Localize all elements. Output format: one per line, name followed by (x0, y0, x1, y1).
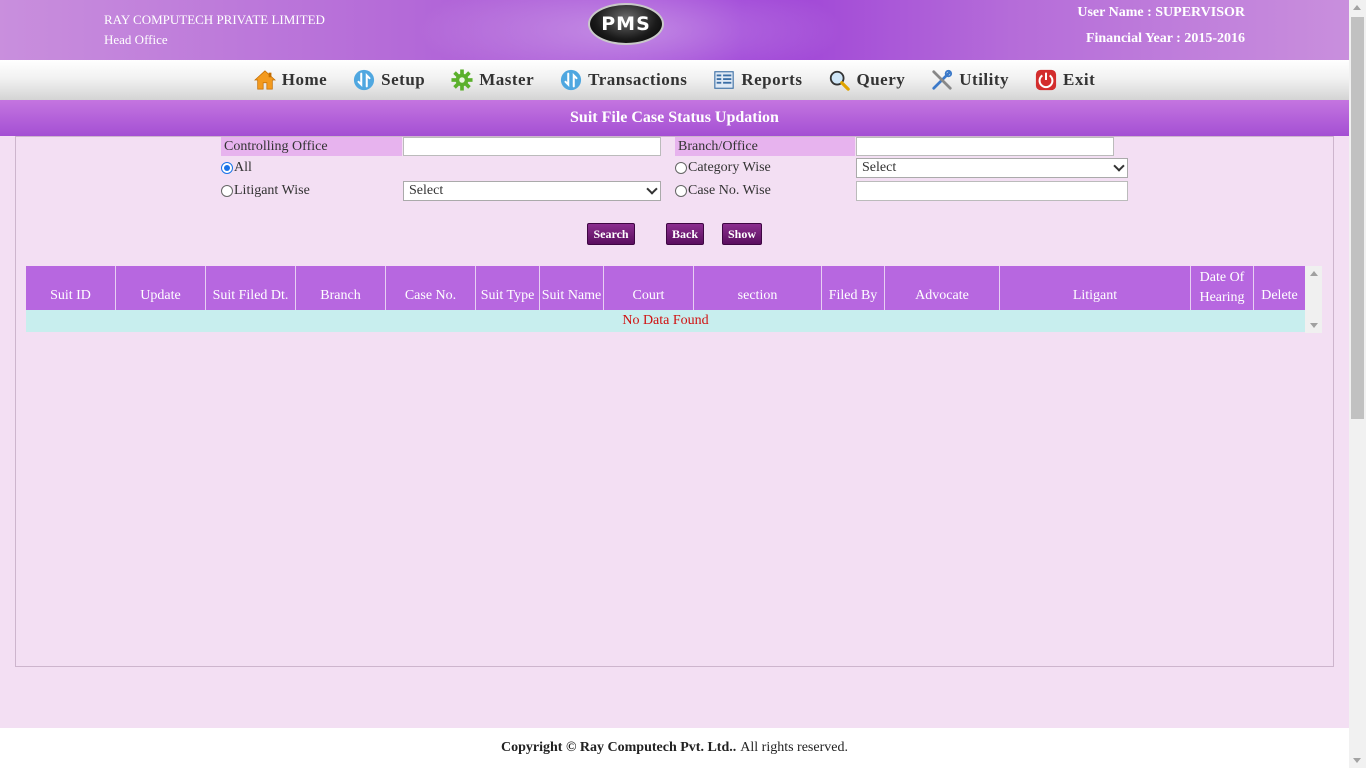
nav-query-label: Query (856, 70, 906, 89)
nav-utility[interactable]: Utility (931, 69, 1009, 91)
radio-caseno-wise[interactable]: Case No. Wise (675, 183, 771, 199)
radio-all-circle[interactable] (221, 162, 233, 174)
col-branch: Branch (296, 266, 386, 310)
table-scrollbar[interactable] (1305, 266, 1322, 333)
nav-home-label: Home (281, 70, 328, 89)
page-scroll-thumb[interactable] (1351, 17, 1364, 419)
scroll-up-icon[interactable] (1310, 271, 1318, 276)
footer-rights: All rights reserved. (740, 740, 848, 755)
controlling-office-input[interactable] (403, 137, 661, 156)
nav-query[interactable]: Query (828, 69, 905, 91)
col-suit-type: Suit Type (476, 266, 540, 310)
nav-home[interactable]: Home (253, 69, 328, 91)
category-select-value: Select (862, 160, 897, 175)
company-name: RAY COMPUTECH PRIVATE LIMITED (104, 12, 325, 27)
controlling-office-label: Controlling Office (221, 137, 402, 156)
reports-icon (714, 71, 735, 89)
setup-icon (354, 69, 375, 91)
financial-year: Financial Year : 2015-2016 (1085, 31, 1245, 46)
nav-exit-label: Exit (1063, 70, 1096, 89)
radio-caseno-label: Case No. Wise (688, 183, 771, 198)
office-name: Head Office (104, 32, 168, 47)
branch-office-label: Branch/Office (675, 137, 855, 156)
tools-icon (932, 69, 953, 90)
show-button[interactable]: Show (722, 223, 762, 245)
radio-caseno-circle[interactable] (675, 185, 687, 197)
suit-file-table: Suit ID Update Suit Filed Dt. Branch Cas… (26, 266, 1305, 332)
power-icon (1035, 69, 1057, 91)
nav-master-label: Master (479, 70, 535, 89)
col-case-no: Case No. (386, 266, 476, 310)
empty-row: No Data Found (26, 310, 1305, 332)
col-delete: Delete (1261, 288, 1298, 303)
nav-reports[interactable]: Reports (713, 69, 802, 91)
col-filed-by: Filed By (822, 266, 885, 310)
nav-utility-label: Utility (959, 70, 1010, 89)
col-update: Update (116, 266, 206, 310)
radio-category-circle[interactable] (675, 162, 687, 174)
main-nav: Home Setup Master Transactions Reports Q… (0, 60, 1349, 100)
nav-setup[interactable]: Setup (353, 69, 425, 91)
category-select[interactable]: Select (856, 158, 1128, 178)
magnifier-icon (830, 70, 851, 91)
branch-office-input[interactable] (856, 137, 1114, 156)
footer: Copyright © Ray Computech Pvt. Ltd.. All… (0, 728, 1349, 768)
col-section: section (694, 266, 822, 310)
table-header: Suit ID Update Suit Filed Dt. Branch Cas… (26, 266, 1305, 310)
back-button[interactable]: Back (666, 223, 704, 245)
scroll-down-icon[interactable] (1310, 323, 1318, 328)
litigant-select[interactable]: Select (403, 181, 661, 201)
nav-reports-label: Reports (741, 70, 803, 89)
radio-category-label: Category Wise (688, 160, 771, 175)
litigant-select-value: Select (409, 183, 444, 198)
user-name: User Name : SUPERVISOR (1077, 5, 1245, 20)
caseno-input[interactable] (856, 181, 1128, 201)
chevron-down-icon (646, 183, 658, 195)
nav-master[interactable]: Master (451, 69, 534, 91)
col-suit-id: Suit ID (26, 266, 116, 310)
radio-all-label: All (234, 160, 252, 175)
nav-setup-label: Setup (381, 70, 426, 89)
radio-all[interactable]: All (221, 160, 252, 176)
col-suit-name: Suit Name (540, 266, 604, 310)
footer-copyright: Copyright © Ray Computech Pvt. Ltd.. (501, 740, 737, 755)
main-panel (15, 136, 1334, 667)
radio-litigant-circle[interactable] (221, 185, 233, 197)
radio-litigant-wise[interactable]: Litigant Wise (221, 183, 310, 199)
col-date-of-hearing: Date Of Hearing (1191, 266, 1254, 310)
nav-transactions[interactable]: Transactions (560, 69, 687, 91)
col-suit-filed-dt: Suit Filed Dt. (206, 266, 296, 310)
transactions-icon (561, 69, 582, 91)
chevron-down-icon (1113, 160, 1125, 172)
pms-logo: PMS (588, 3, 664, 45)
col-advocate: Advocate (885, 266, 1000, 310)
radio-litigant-label: Litigant Wise (234, 183, 310, 198)
nav-exit[interactable]: Exit (1035, 69, 1095, 91)
home-icon (253, 70, 276, 90)
radio-category-wise[interactable]: Category Wise (675, 160, 771, 176)
gear-icon (451, 69, 473, 91)
col-litigant: Litigant (1000, 266, 1191, 310)
page-scroll-up-icon[interactable] (1353, 5, 1361, 10)
page-title: Suit File Case Status Updation (0, 100, 1349, 136)
search-button[interactable]: Search (587, 223, 635, 245)
nav-transactions-label: Transactions (588, 70, 688, 89)
page-scroll-down-icon[interactable] (1353, 758, 1361, 763)
col-court: Court (604, 266, 694, 310)
app-header: RAY COMPUTECH PRIVATE LIMITED Head Offic… (0, 0, 1349, 60)
page-scrollbar[interactable] (1349, 0, 1366, 768)
